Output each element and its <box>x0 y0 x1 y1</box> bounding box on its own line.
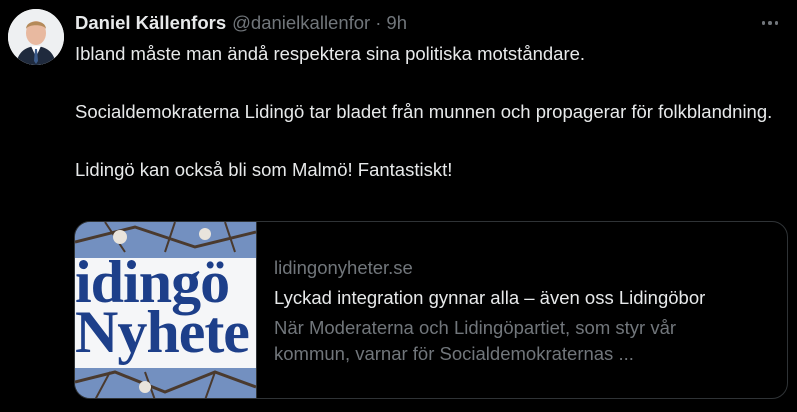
tweet-text-line: Ibland måste man ändå respektera sina po… <box>75 43 586 64</box>
author-handle[interactable]: @danielkallenfor <box>232 11 370 35</box>
tweet-text-line: Lidingö kan också bli som Malmö! Fantast… <box>75 159 453 180</box>
more-options-button[interactable] <box>757 11 783 35</box>
link-preview-image: idingö Nyhete <box>75 222 257 398</box>
tweet-text: Ibland måste man ändå respektera sina po… <box>75 39 775 184</box>
link-domain: lidingonyheter.se <box>274 257 413 278</box>
link-title: Lyckad integration gynnar alla – även os… <box>274 287 706 308</box>
tweet[interactable]: Daniel Källenfors @danielkallenfor · 9h … <box>0 0 797 412</box>
logo-text-line2: Nyhete <box>75 299 250 365</box>
avatar-image <box>8 9 64 65</box>
tweet-timestamp[interactable]: 9h <box>386 11 407 35</box>
author-name[interactable]: Daniel Källenfors <box>75 11 226 35</box>
header-separator: · <box>375 12 382 33</box>
link-preview-card[interactable]: idingö Nyhete lidingonyheter.se Lyckad i… <box>74 221 788 399</box>
tweet-header: Daniel Källenfors @danielkallenfor · 9h <box>75 11 407 35</box>
tweet-text-line: Socialdemokraterna Lidingö tar bladet fr… <box>75 101 773 122</box>
link-preview-body: lidingonyheter.se Lyckad integration gyn… <box>257 222 787 398</box>
link-description: När Moderaterna och Lidingöpartiet, som … <box>274 317 677 364</box>
more-horizontal-icon <box>761 21 766 25</box>
author-avatar[interactable] <box>8 9 64 65</box>
